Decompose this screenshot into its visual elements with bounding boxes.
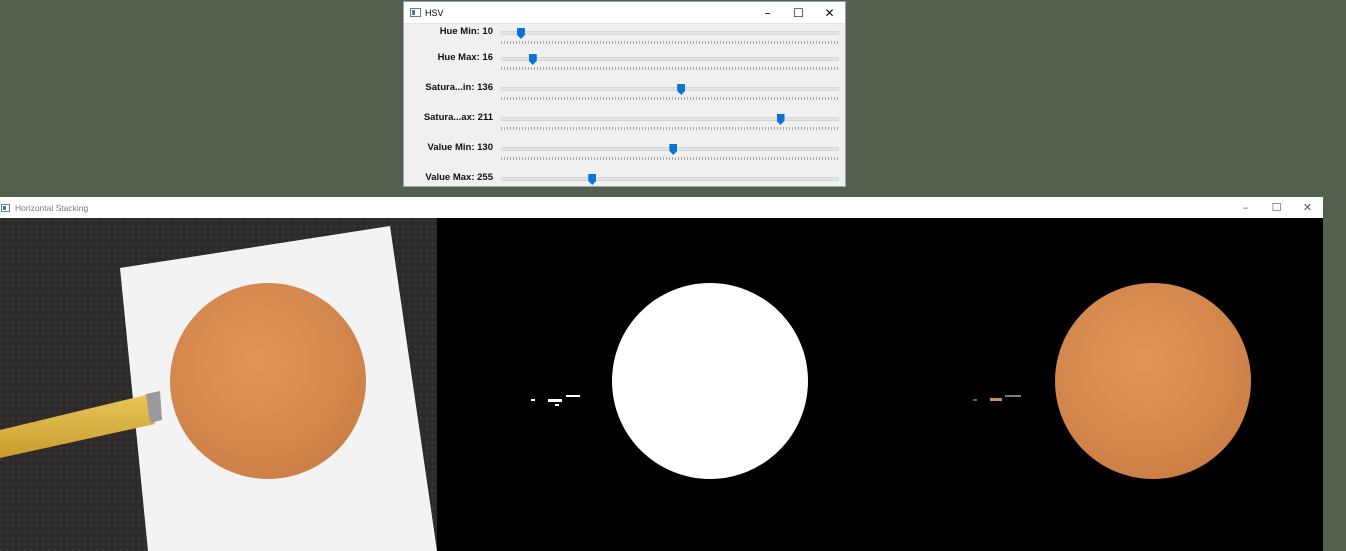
trackbar-hue-min: Hue Min: 10 (404, 26, 845, 48)
stacked-image-canvas (0, 218, 1323, 551)
slider-ticks (501, 157, 839, 160)
trackbar-saturation-max: Satura...ax: 211 (404, 112, 845, 134)
desktop-background (1323, 197, 1346, 551)
original-frame-panel (0, 218, 437, 551)
trackbar-label: Value Max: 255 (425, 172, 493, 183)
trackbar-hue-max: Hue Max: 16 (404, 52, 845, 74)
window-app-icon (1, 203, 10, 212)
slider-track[interactable] (501, 177, 839, 181)
maximize-button[interactable]: ☐ (1261, 197, 1292, 218)
orange-ball (170, 283, 366, 479)
slider-track[interactable] (501, 57, 839, 61)
mask-ball-white (612, 283, 808, 479)
trackbar-label: Satura...in: 136 (425, 82, 493, 93)
binary-mask-panel (437, 218, 881, 551)
trackbar-value-min: Value Min: 130 (404, 142, 845, 164)
slider-track[interactable] (501, 31, 839, 35)
close-button[interactable]: ✕ (814, 2, 845, 23)
slider-ticks (501, 127, 839, 130)
minimize-button[interactable]: – (752, 2, 783, 23)
mask-noise (548, 399, 562, 402)
hsv-titlebar[interactable]: HSV – ☐ ✕ (404, 2, 845, 24)
slider-thumb[interactable] (528, 54, 537, 65)
slider-thumb[interactable] (776, 114, 785, 125)
slider-track[interactable] (501, 117, 839, 121)
masked-noise (1005, 395, 1021, 397)
mask-noise (555, 404, 559, 406)
masked-noise (973, 399, 977, 401)
masked-orange-ball (1055, 283, 1251, 479)
slider-thumb[interactable] (669, 144, 678, 155)
horizontal-stacking-window: Horizontal Stacking – ☐ ✕ (0, 197, 1323, 551)
window-app-icon (410, 8, 421, 17)
trackbar-label: Hue Max: 16 (437, 52, 493, 63)
slider-ticks (501, 67, 839, 70)
trackbar-value-max: Value Max: 255 (404, 172, 845, 194)
stack-window-title: Horizontal Stacking (15, 202, 89, 213)
slider-thumb[interactable] (588, 174, 597, 185)
mask-noise (566, 395, 580, 397)
hsv-window: HSV – ☐ ✕ Hue Min: 10 Hue Max: 16 Satura… (403, 1, 846, 187)
hsv-window-title: HSV (425, 7, 444, 18)
maximize-button[interactable]: ☐ (783, 2, 814, 23)
minimize-button[interactable]: – (1230, 197, 1261, 218)
trackbar-label: Satura...ax: 211 (423, 112, 493, 123)
stack-titlebar[interactable]: Horizontal Stacking – ☐ ✕ (0, 197, 1323, 218)
masked-result-panel (881, 218, 1323, 551)
slider-thumb[interactable] (677, 84, 686, 95)
trackbar-label: Value Min: 130 (427, 142, 493, 153)
slider-ticks (501, 41, 839, 44)
mask-noise (531, 399, 535, 401)
slider-ticks (501, 97, 839, 100)
trackbar-label: Hue Min: 10 (439, 26, 493, 37)
slider-thumb[interactable] (516, 28, 525, 39)
slider-track[interactable] (501, 87, 839, 91)
masked-noise (990, 398, 1002, 401)
trackbar-saturation-min: Satura...in: 136 (404, 82, 845, 104)
close-button[interactable]: ✕ (1292, 197, 1323, 218)
